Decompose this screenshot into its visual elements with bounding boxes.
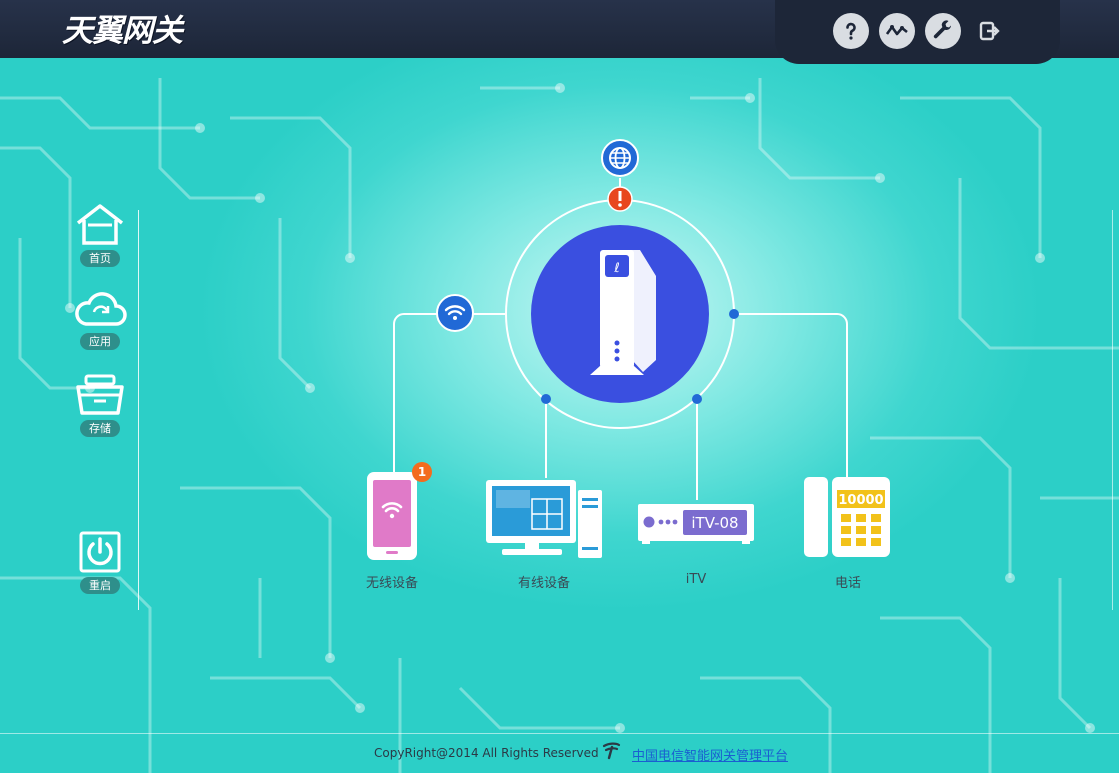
phone-wifi-icon[interactable] — [367, 472, 417, 560]
topology-diagram: ℓ iTV-08 10000 — [367, 139, 890, 560]
wireless-device-count-badge: 1 — [412, 462, 432, 482]
device-label-wired: 有线设备 — [517, 576, 570, 591]
settop-box-icon[interactable]: iTV-08 — [638, 504, 754, 544]
footer-divider — [0, 733, 1119, 734]
copyright-text: CopyRight@2014 All Rights Reserved — [374, 746, 599, 760]
telephone-icon[interactable]: 10000 — [804, 477, 890, 557]
connection-node — [729, 309, 739, 319]
device-label-wireless: 无线设备 — [365, 576, 418, 591]
alert-icon[interactable] — [607, 186, 633, 212]
platform-link[interactable]: 中国电信智能网关管理平台 — [632, 745, 788, 764]
connection-node — [692, 394, 702, 404]
device-label-itv: iTV — [685, 572, 707, 587]
desktop-computer-icon[interactable] — [486, 480, 602, 558]
device-label-phone: 电话 — [834, 576, 861, 591]
phone-screen-text: 10000 — [838, 493, 883, 508]
connection-node — [541, 394, 551, 404]
svg-text:ℓ: ℓ — [613, 261, 619, 276]
gateway-device-icon[interactable]: ℓ — [531, 225, 709, 403]
itv-screen-text: iTV-08 — [691, 514, 738, 532]
globe-icon[interactable] — [601, 139, 639, 177]
wifi-icon[interactable] — [436, 294, 474, 332]
china-telecom-logo-icon — [602, 742, 621, 760]
